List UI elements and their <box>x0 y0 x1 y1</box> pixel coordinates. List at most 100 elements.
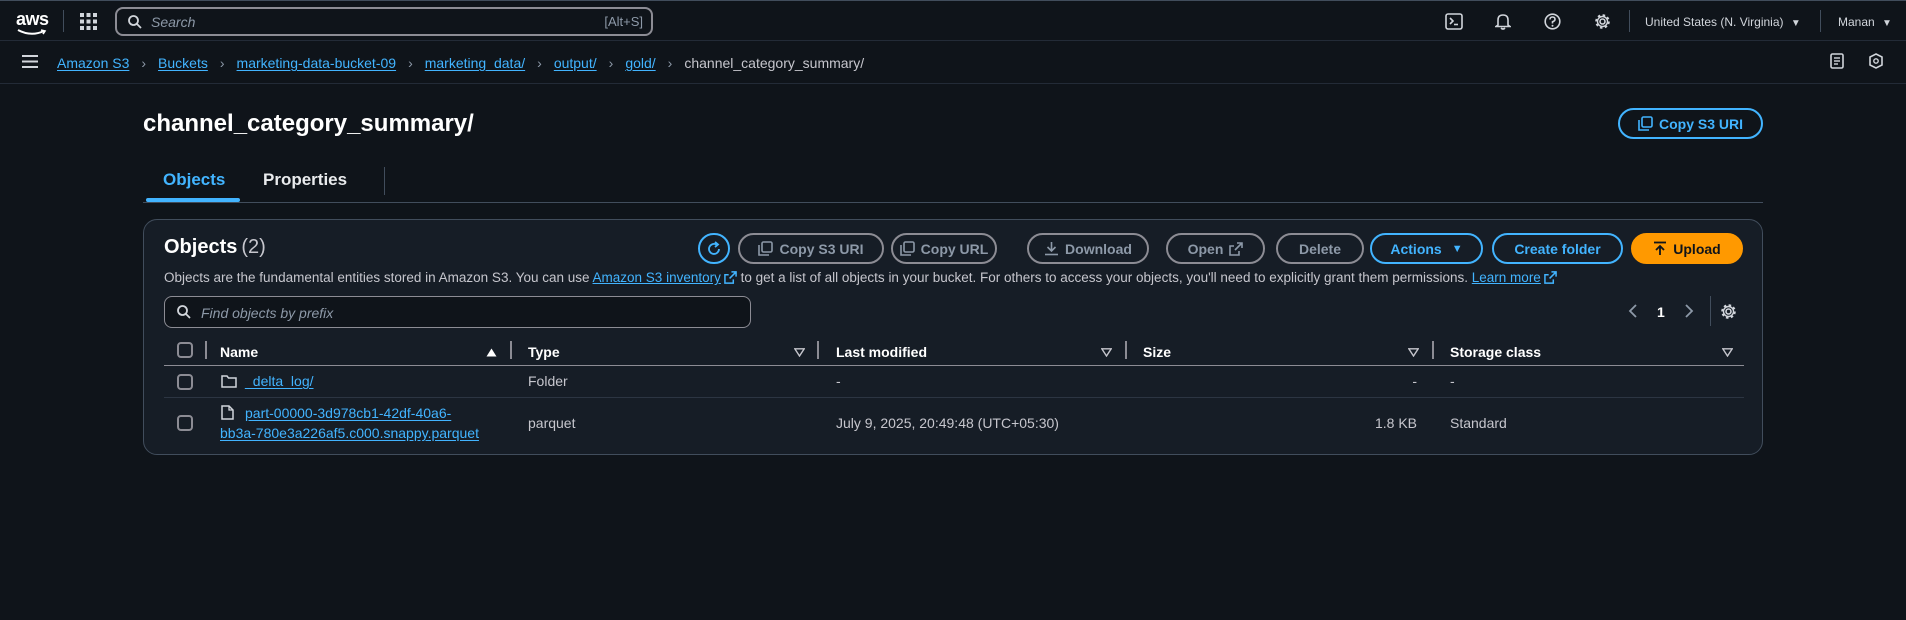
preferences-gear-icon[interactable] <box>1720 303 1737 320</box>
object-storage-class: - <box>1450 373 1455 389</box>
external-link-icon <box>724 271 737 284</box>
delete-button[interactable]: Delete <box>1276 233 1364 264</box>
column-header-type[interactable]: Type <box>528 344 560 360</box>
column-header-name[interactable]: Name <box>220 344 258 360</box>
tab-objects[interactable]: Objects <box>163 170 225 190</box>
row-divider <box>164 397 1744 398</box>
search-input[interactable] <box>151 12 531 32</box>
create-folder-button[interactable]: Create folder <box>1492 233 1623 264</box>
actions-dropdown-button[interactable]: Actions ▼ <box>1370 233 1483 264</box>
settings-gear-icon[interactable] <box>1594 13 1611 30</box>
s3-inventory-link[interactable]: Amazon S3 inventory <box>593 270 721 285</box>
column-divider <box>205 341 207 359</box>
caret-down-icon: ▼ <box>1790 18 1801 29</box>
object-name: _delta_log/ <box>245 373 314 389</box>
breadcrumb-bar: Amazon S3 › Buckets › marketing-data-buc… <box>0 41 1906 84</box>
object-size: 1.8 KB <box>1374 415 1417 431</box>
copy-s3-uri-button[interactable]: Copy S3 URI <box>738 233 884 264</box>
breadcrumb-gold[interactable]: gold/ <box>625 55 655 71</box>
download-icon <box>1045 242 1059 256</box>
refresh-button[interactable] <box>698 233 730 264</box>
copy-url-label: Copy URL <box>920 240 989 257</box>
object-type: parquet <box>528 415 576 431</box>
select-all-checkbox[interactable] <box>177 342 193 358</box>
download-button[interactable]: Download <box>1027 233 1149 264</box>
row-checkbox[interactable] <box>177 374 193 390</box>
filter-input[interactable] <box>201 303 721 323</box>
column-header-last-modified[interactable]: Last modified <box>836 344 927 360</box>
open-label: Open <box>1187 240 1224 257</box>
sort-down-icon[interactable] <box>1408 348 1419 357</box>
breadcrumb-buckets[interactable]: Buckets <box>158 55 208 71</box>
copy-icon <box>1638 116 1653 131</box>
page-title: channel_category_summary/ <box>143 110 474 137</box>
copy-url-button[interactable]: Copy URL <box>891 233 997 264</box>
copy-icon <box>758 241 774 256</box>
breadcrumb-output[interactable]: output/ <box>554 55 597 71</box>
refresh-icon <box>708 240 720 255</box>
folder-icon <box>221 375 237 388</box>
desc-text-before: Objects are the fundamental entities sto… <box>164 270 593 285</box>
caret-down-icon: ▼ <box>1882 18 1892 29</box>
region-selector[interactable]: United States (N. Virginia) ▼ <box>1645 15 1801 29</box>
objects-description: Objects are the fundamental entities sto… <box>164 270 1557 285</box>
side-panel-info-icon[interactable] <box>1829 53 1845 69</box>
column-divider <box>1125 341 1127 359</box>
chevron-right-icon: › <box>141 55 147 71</box>
row-checkbox[interactable] <box>177 415 193 431</box>
breadcrumb-amazon-s3[interactable]: Amazon S3 <box>57 55 129 71</box>
aws-logo-text: aws <box>16 9 49 29</box>
upload-icon <box>1654 241 1667 255</box>
breadcrumb-bucket[interactable]: marketing-data-bucket-09 <box>237 55 397 71</box>
tab-properties[interactable]: Properties <box>263 170 347 190</box>
notifications-bell-icon[interactable] <box>1495 13 1511 30</box>
column-header-storage-class[interactable]: Storage class <box>1450 344 1541 360</box>
aws-logo[interactable]: aws <box>16 9 49 35</box>
sort-ascending-icon[interactable] <box>486 348 497 357</box>
upload-button[interactable]: Upload <box>1631 233 1743 264</box>
user-name: Manan <box>1838 15 1875 29</box>
objects-heading: Objects <box>164 236 238 258</box>
chevron-right-icon[interactable] <box>1684 304 1694 318</box>
search-icon <box>128 15 142 29</box>
object-name-link[interactable]: part-00000-3d978cb1-42df-40a6- <box>245 405 451 421</box>
search-shortcut-hint: [Alt+S] <box>604 14 643 29</box>
services-grid-icon[interactable] <box>80 13 97 30</box>
object-storage-class: Standard <box>1450 415 1507 431</box>
object-filter[interactable] <box>164 296 751 328</box>
desc-text-after: to get a list of all objects in your buc… <box>736 270 1472 285</box>
cloudshell-icon[interactable] <box>1445 13 1463 30</box>
learn-more-link[interactable]: Learn more <box>1472 270 1541 285</box>
breadcrumb-marketing-data[interactable]: marketing_data/ <box>425 55 525 71</box>
caret-down-icon: ▼ <box>1451 242 1463 255</box>
chevron-right-icon: › <box>219 55 225 71</box>
sort-down-icon[interactable] <box>1101 348 1112 357</box>
sort-down-icon[interactable] <box>794 348 805 357</box>
delete-label: Delete <box>1298 240 1342 257</box>
object-name-link[interactable]: _delta_log/ <box>245 373 314 389</box>
divider <box>1820 10 1821 32</box>
copy-s3-uri-label: Copy S3 URI <box>1658 115 1743 132</box>
page-number[interactable]: 1 <box>1657 304 1665 320</box>
global-search[interactable]: [Alt+S] <box>115 7 653 36</box>
copy-s3-uri-header-button[interactable]: Copy S3 URI <box>1618 108 1763 139</box>
divider <box>1629 10 1630 32</box>
menu-hamburger-icon[interactable] <box>22 55 38 68</box>
chevron-right-icon: › <box>608 55 614 71</box>
sort-down-icon[interactable] <box>1722 348 1733 357</box>
objects-title: Objects (2) <box>164 236 266 259</box>
chevron-right-icon: › <box>667 55 673 71</box>
object-type: Folder <box>528 373 568 389</box>
feedback-shield-icon[interactable] <box>1868 53 1884 69</box>
region-label: United States (N. Virginia) <box>1645 15 1784 29</box>
object-name-link[interactable]: bb3a-780e3a226af5.c000.snappy.parquet <box>220 425 479 441</box>
user-menu[interactable]: Manan ▼ <box>1838 15 1892 29</box>
column-header-size[interactable]: Size <box>1143 344 1171 360</box>
object-last-modified: July 9, 2025, 20:49:48 (UTC+05:30) <box>836 415 1059 431</box>
chevron-left-icon[interactable] <box>1628 304 1638 318</box>
upload-label: Upload <box>1673 240 1721 257</box>
open-button[interactable]: Open <box>1166 233 1265 264</box>
object-size: - <box>1412 373 1417 389</box>
copy-icon <box>899 241 915 256</box>
help-icon[interactable] <box>1544 13 1561 30</box>
